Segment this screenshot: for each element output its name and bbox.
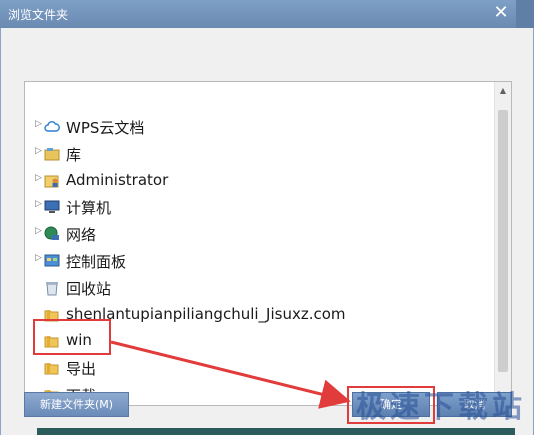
annotation-arrow <box>110 340 351 409</box>
close-icon[interactable]: ✕ <box>490 3 512 23</box>
bottom-strip <box>37 428 515 435</box>
window-edge <box>516 0 534 28</box>
title-bar: 浏览文件夹 ✕ <box>0 0 534 28</box>
dialog-body: ▷ WPS云文档 ▷ 库 ▷ Administrator ▷ 计算机 ▷ 网络 ▷ 控制面板 回收站 sh… <box>0 28 534 435</box>
window-title: 浏览文件夹 <box>8 8 69 22</box>
